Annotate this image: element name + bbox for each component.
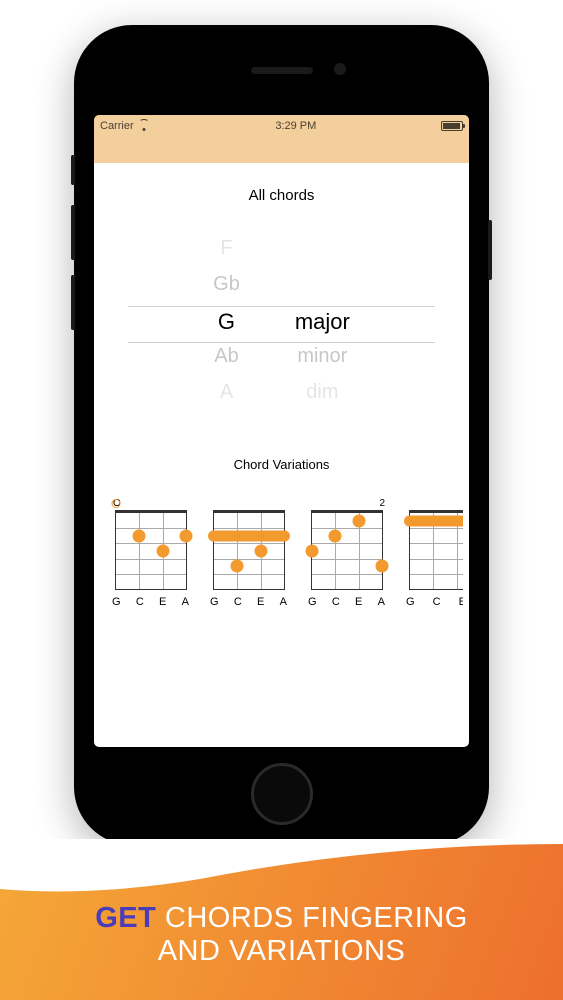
chord-diagram[interactable]: GCEA: [210, 498, 288, 608]
status-bar: Carrier 3:29 PM: [94, 115, 469, 137]
fretboard-grid: [409, 510, 463, 590]
phone-camera: [334, 63, 346, 75]
wifi-icon: [138, 121, 151, 131]
fretboard-grid: [213, 510, 285, 590]
fretboard-grid: [311, 510, 383, 590]
barre-marker: [404, 515, 463, 526]
phone-speaker: [251, 67, 313, 74]
carrier-label: Carrier: [100, 120, 134, 132]
picker-option[interactable]: dim: [306, 381, 338, 407]
phone-volume-up: [71, 205, 75, 260]
finger-dot: [306, 545, 319, 558]
finger-dot: [133, 529, 146, 542]
chord-diagram[interactable]: 2 GCEA: [308, 498, 386, 608]
fret-position-label: [210, 498, 288, 510]
finger-dot: [376, 560, 389, 573]
phone-screen: Carrier 3:29 PM All chords F Gb G Ab A: [94, 115, 469, 747]
picker-option[interactable]: Ab: [214, 345, 238, 371]
finger-dot: [180, 529, 193, 542]
promo-banner: GET CHORDS FINGERING AND VARIATIONS: [0, 840, 563, 1000]
barre-marker: [208, 530, 290, 541]
header-background: [94, 137, 469, 163]
clock-label: 3:29 PM: [275, 120, 316, 132]
picker-option[interactable]: minor: [297, 345, 347, 371]
fret-position-label: O: [112, 498, 190, 510]
picker-option[interactable]: F: [220, 237, 232, 263]
banner-curve: [0, 839, 563, 899]
finger-dot: [329, 529, 342, 542]
phone-device-frame: Carrier 3:29 PM All chords F Gb G Ab A: [74, 25, 489, 845]
picker-option[interactable]: Gb: [213, 273, 240, 299]
root-note-wheel[interactable]: F Gb G Ab A: [213, 237, 240, 407]
chord-diagram[interactable]: O GCEA: [112, 498, 190, 608]
home-button[interactable]: [251, 763, 313, 825]
chord-picker[interactable]: F Gb G Ab A major minor dim: [100, 234, 463, 409]
fret-position-label: 2: [308, 498, 386, 510]
fretboard-grid: [115, 510, 187, 590]
open-string-marker: [112, 499, 121, 508]
picker-divider: [128, 306, 435, 307]
picker-option-selected[interactable]: major: [295, 309, 350, 335]
sheet-title: All chords: [100, 187, 463, 204]
finger-dot: [156, 545, 169, 558]
finger-dot: [254, 545, 267, 558]
chord-type-wheel[interactable]: major minor dim: [295, 237, 350, 407]
string-labels: GCEA: [210, 596, 288, 608]
promo-accent-word: GET: [95, 902, 156, 934]
phone-power-button: [488, 220, 492, 280]
string-labels: GCEA: [112, 596, 190, 608]
fret-position-label: [406, 498, 463, 510]
picker-option[interactable]: A: [220, 381, 233, 407]
chord-diagram-scroller[interactable]: O GCEA: [100, 498, 463, 608]
string-labels: GCEA: [308, 596, 386, 608]
picker-divider: [128, 342, 435, 343]
string-labels: GCE: [406, 596, 463, 608]
phone-mute-switch: [71, 155, 75, 185]
phone-volume-down: [71, 275, 75, 330]
chord-picker-sheet: All chords F Gb G Ab A major minor dim: [100, 163, 463, 747]
picker-option-selected[interactable]: G: [218, 309, 235, 335]
finger-dot: [231, 560, 244, 573]
battery-icon: [441, 121, 463, 131]
promo-headline: GET CHORDS FINGERING AND VARIATIONS: [95, 902, 468, 969]
chord-diagram[interactable]: GCE: [406, 498, 463, 608]
finger-dot: [352, 514, 365, 527]
variations-heading: Chord Variations: [100, 457, 463, 472]
